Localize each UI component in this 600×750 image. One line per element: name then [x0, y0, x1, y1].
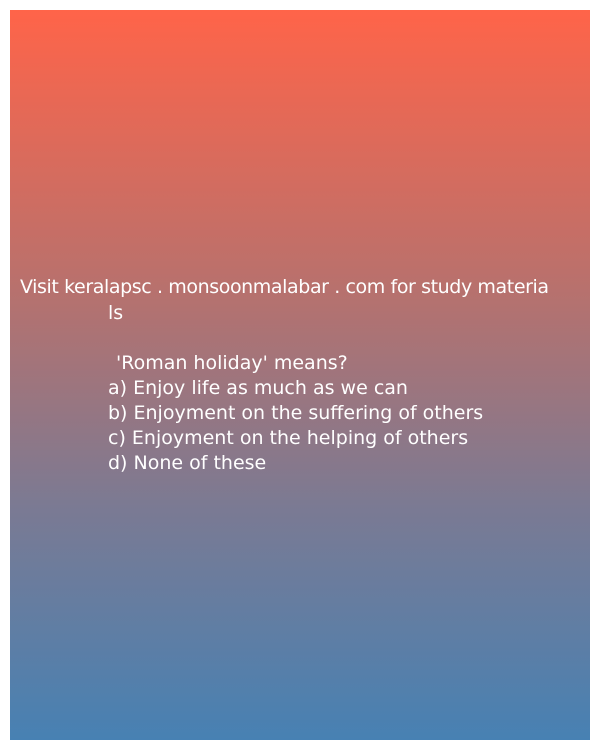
option-d: d) None of these [108, 452, 267, 474]
watermark-line-1: Visit keralapsc . monsoonmalabar . com f… [20, 276, 549, 298]
option-c: c) Enjoyment on the helping of others [108, 427, 469, 449]
question-text: 'Roman holiday' means? [116, 352, 348, 374]
option-b: b) Enjoyment on the suffering of others [108, 402, 484, 424]
quiz-card: Visit keralapsc . monsoonmalabar . com f… [10, 10, 590, 740]
option-a: a) Enjoy life as much as we can [108, 377, 408, 399]
watermark-line-2: ls [108, 302, 124, 324]
